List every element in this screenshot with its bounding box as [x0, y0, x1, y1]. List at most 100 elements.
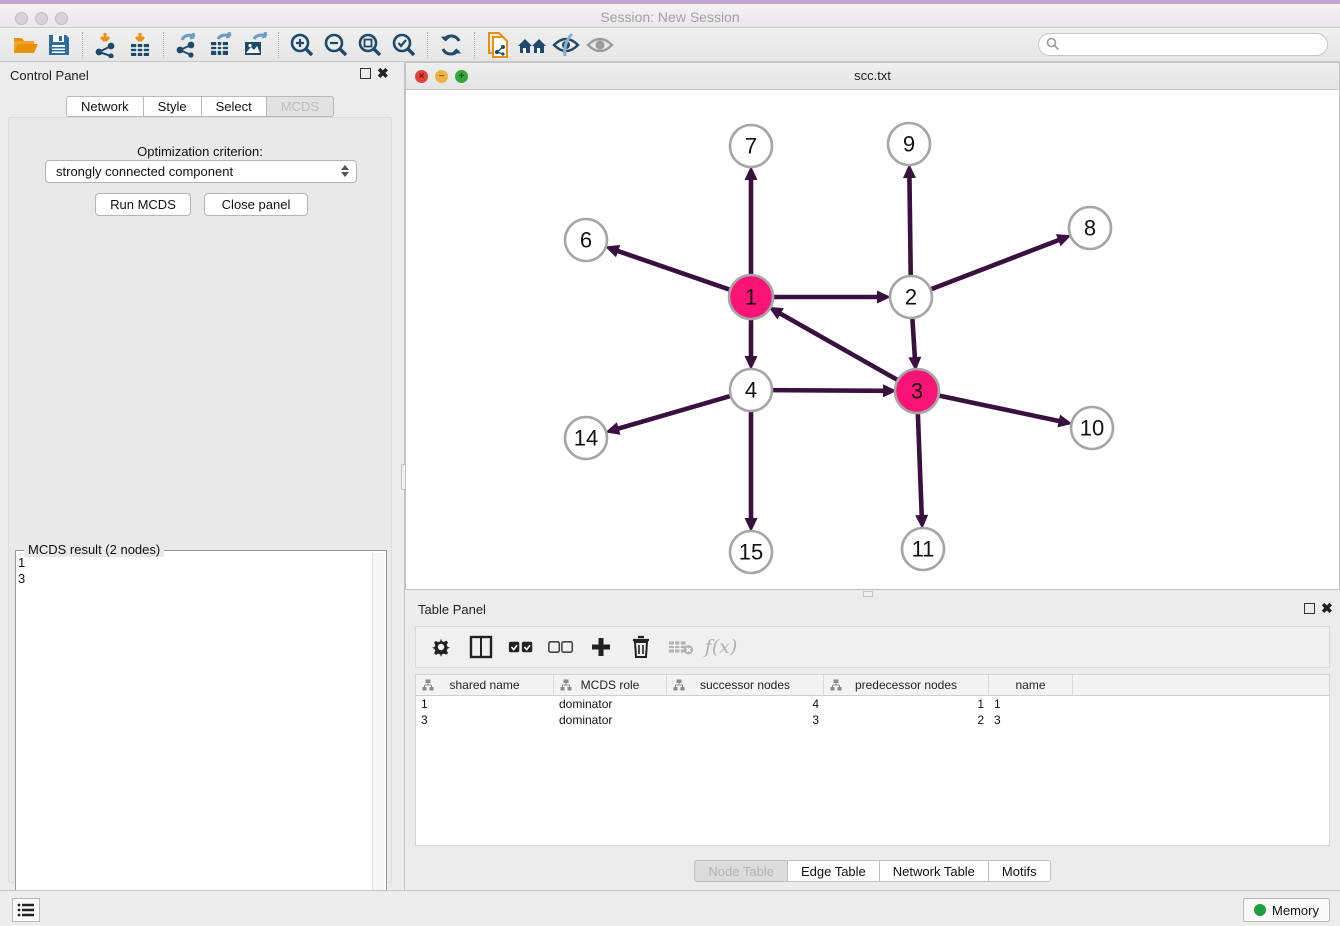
column-header-label: successor nodes — [700, 678, 790, 692]
select-all-columns-icon[interactable] — [508, 634, 534, 660]
node-table-header: shared nameMCDS role successor nodes prede… — [416, 675, 1329, 696]
table-toolbar: f(x) — [415, 626, 1330, 668]
column-header-successor-nodes[interactable]: successor nodes — [667, 675, 824, 695]
close-panel-icon[interactable]: ✖ — [377, 65, 389, 81]
show-column-panel-icon[interactable] — [468, 634, 494, 660]
zoom-selected-icon[interactable] — [387, 30, 421, 60]
column-header-predecessor-nodes[interactable]: predecessor nodes — [824, 675, 989, 695]
node-table-rows: 1dominator4113dominator323 — [416, 696, 1329, 728]
search-icon — [1046, 37, 1060, 56]
table-cell[interactable]: 1 — [416, 696, 554, 712]
edge-1-6[interactable] — [616, 250, 733, 290]
optimization-criterion-label: Optimization criterion: — [9, 144, 391, 159]
edge-3-1[interactable] — [779, 313, 901, 382]
graph-node-label-11: 11 — [912, 537, 935, 562]
edge-2-9[interactable] — [909, 176, 910, 278]
control-panel-title: Control Panel — [10, 68, 89, 83]
tab-select[interactable]: Select — [201, 96, 266, 117]
run-mcds-button[interactable]: Run MCDS — [95, 193, 191, 216]
table-settings-gear-icon[interactable] — [428, 634, 454, 660]
unselect-all-columns-icon[interactable] — [548, 634, 574, 660]
horizontal-splitter[interactable] — [405, 590, 1340, 598]
graph-node-label-14: 14 — [574, 426, 598, 451]
horizontal-splitter-grip[interactable] — [863, 591, 873, 597]
table-cell[interactable]: 3 — [416, 712, 554, 728]
tab-network-table[interactable]: Network Table — [879, 860, 988, 882]
zoom-in-icon[interactable] — [285, 30, 319, 60]
open-session-icon[interactable] — [8, 30, 42, 60]
result-scrollbar[interactable] — [372, 553, 384, 923]
search-field-wrap — [1038, 33, 1328, 56]
edge-4-14[interactable] — [617, 395, 733, 429]
table-cell[interactable]: 3 — [989, 712, 1073, 728]
table-float-icon[interactable] — [1304, 603, 1315, 614]
tab-edge-table[interactable]: Edge Table — [787, 860, 879, 882]
hierarchy-icon — [422, 679, 434, 691]
mcds-result-list[interactable]: 13 — [18, 555, 368, 587]
table-cell[interactable]: 2 — [824, 712, 989, 728]
task-history-button[interactable] — [12, 898, 40, 922]
network-window: × − + scc.txt 7968124314101511 — [405, 62, 1340, 590]
import-table-icon[interactable] — [123, 30, 157, 60]
edge-4-3[interactable] — [770, 390, 885, 391]
tab-network[interactable]: Network — [66, 96, 143, 117]
mcds-result-item[interactable]: 3 — [18, 571, 368, 587]
mcds-result-item[interactable]: 1 — [18, 555, 368, 571]
edge-2-3[interactable] — [912, 316, 915, 359]
tab-motifs[interactable]: Motifs — [988, 860, 1051, 882]
edge-3-11[interactable] — [918, 410, 922, 517]
zoom-fit-icon[interactable] — [353, 30, 387, 60]
column-header-label: name — [1015, 678, 1045, 692]
table-cell[interactable]: 3 — [667, 712, 824, 728]
close-panel-button[interactable]: Close panel — [204, 193, 308, 216]
search-input[interactable] — [1038, 33, 1328, 56]
tab-style[interactable]: Style — [143, 96, 201, 117]
node-table[interactable]: shared nameMCDS role successor nodes prede… — [415, 674, 1330, 846]
create-column-icon[interactable] — [588, 634, 614, 660]
import-network-icon[interactable] — [89, 30, 123, 60]
column-header-name[interactable]: name — [989, 675, 1073, 695]
edge-2-8[interactable] — [929, 240, 1060, 291]
column-header-label: predecessor nodes — [855, 678, 957, 692]
graph-node-label-3: 3 — [911, 379, 923, 404]
zoom-out-icon[interactable] — [319, 30, 353, 60]
table-cell[interactable]: 4 — [667, 696, 824, 712]
table-cell[interactable]: 1 — [824, 696, 989, 712]
save-session-icon[interactable] — [42, 30, 76, 60]
export-table-icon[interactable] — [204, 30, 238, 60]
tab-node-table[interactable]: Node Table — [694, 860, 787, 882]
first-neighbors-icon[interactable] — [515, 30, 549, 60]
column-header-shared-name[interactable]: shared name — [416, 675, 554, 695]
delete-column-icon[interactable] — [628, 634, 654, 660]
graph-node-label-9: 9 — [903, 132, 915, 157]
refresh-icon[interactable] — [434, 30, 468, 60]
hierarchy-icon — [560, 679, 572, 691]
optimization-criterion-value: strongly connected component — [56, 164, 233, 179]
mcds-result-box: MCDS result (2 nodes) 13 — [15, 550, 387, 926]
edge-3-10[interactable] — [936, 395, 1061, 421]
mcds-tab-panel: Optimization criterion: strongly connect… — [8, 117, 392, 883]
show-all-icon[interactable] — [583, 30, 617, 60]
table-row[interactable]: 3dominator323 — [416, 712, 1329, 728]
memory-button[interactable]: Memory — [1243, 898, 1330, 922]
column-header-MCDS-role[interactable]: MCDS role — [554, 675, 667, 695]
network-graph-canvas[interactable]: 7968124314101511 — [406, 90, 1339, 589]
graph-node-label-6: 6 — [580, 228, 592, 253]
hide-selected-icon[interactable] — [549, 30, 583, 60]
table-cell[interactable]: dominator — [554, 712, 667, 728]
table-row[interactable]: 1dominator411 — [416, 696, 1329, 712]
export-image-icon[interactable] — [238, 30, 272, 60]
table-panel-tabs: Node TableEdge TableNetwork TableMotifs — [405, 860, 1340, 882]
tab-mcds[interactable]: MCDS — [266, 96, 334, 117]
table-cell[interactable]: dominator — [554, 696, 667, 712]
float-panel-icon[interactable] — [360, 68, 371, 79]
network-from-file-icon[interactable] — [481, 30, 515, 60]
status-bar: Memory — [0, 890, 1340, 926]
memory-status-icon — [1254, 904, 1266, 916]
export-network-icon[interactable] — [170, 30, 204, 60]
delete-table-icon[interactable] — [668, 634, 694, 660]
optimization-criterion-select[interactable]: strongly connected component — [45, 160, 357, 183]
table-cell[interactable]: 1 — [989, 696, 1073, 712]
table-close-icon[interactable]: ✖ — [1321, 600, 1333, 616]
select-stepper-icon — [341, 165, 349, 177]
